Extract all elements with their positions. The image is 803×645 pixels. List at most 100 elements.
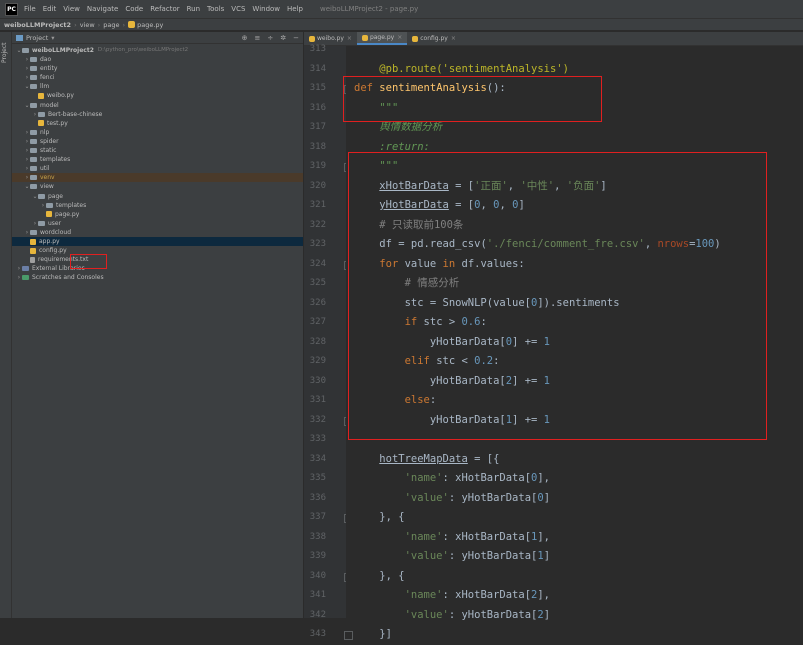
code-token: hotTreeMapData <box>379 452 468 465</box>
tree-item[interactable]: weibo.py <box>12 91 303 100</box>
breadcrumb-project[interactable]: weiboLLMProject2 <box>4 21 71 29</box>
code-token: , <box>499 199 513 211</box>
tree-item[interactable]: ⌄ llm <box>12 82 303 91</box>
menu-item[interactable]: Navigate <box>87 5 118 13</box>
tree-item[interactable]: › fenci <box>12 73 303 82</box>
tree-item-label: llm <box>40 83 50 91</box>
tree-item[interactable]: › wordcloud <box>12 228 303 237</box>
menu-item[interactable]: Window <box>252 5 280 13</box>
code-token: def <box>354 82 380 94</box>
code-line: 'value': yHotBarData[2] <box>354 606 550 626</box>
folder-icon <box>30 57 37 63</box>
code-token: for <box>379 257 405 270</box>
tree-item[interactable]: › Bert-base-chinese <box>12 110 303 119</box>
locate-icon[interactable]: ⊕ <box>242 34 248 42</box>
code-line: stc = SnowNLP(value[0]).sentiments <box>354 294 620 314</box>
editor-tab[interactable]: config.py × <box>407 32 461 45</box>
code-token: in <box>442 257 462 270</box>
tree-item[interactable]: › nlp <box>12 128 303 137</box>
close-icon[interactable]: × <box>397 34 402 41</box>
tree-item[interactable]: app.py <box>12 236 303 247</box>
code-editor[interactable]: @pb.route('sentimentAnalysis') def sentim… <box>346 46 803 640</box>
close-icon[interactable]: × <box>347 35 352 42</box>
python-file-icon <box>30 238 36 245</box>
code-line: # 情感分析 <box>354 274 460 294</box>
tree-item[interactable]: › static <box>12 146 303 155</box>
python-file-icon <box>30 247 36 254</box>
tree-item[interactable]: ⌄ page <box>12 192 303 201</box>
code-line: elif stc < 0.2: <box>354 352 500 372</box>
tree-item[interactable]: page.py <box>12 210 303 219</box>
tree-item[interactable]: ⌄ weiboLLMProject2 D:\python_pro\weiboLLMP… <box>12 46 303 55</box>
breadcrumb-file[interactable]: page.py <box>137 21 163 29</box>
python-file-icon <box>361 34 368 41</box>
menu-item[interactable]: View <box>63 5 80 13</box>
line-number: 316 <box>309 102 326 113</box>
close-icon[interactable]: × <box>451 35 456 42</box>
chevron-down-icon[interactable]: ▾ <box>51 34 54 42</box>
project-panel-header: Project ▾ ⊕ ≡ ÷ ✲ − <box>12 32 303 44</box>
tree-item[interactable]: requirements.txt <box>12 255 303 264</box>
tree-item[interactable]: › Scratches and Consoles <box>12 273 303 282</box>
tree-item[interactable]: test.py <box>12 119 303 128</box>
collapse-all-icon[interactable]: ÷ <box>267 34 273 42</box>
code-token: 1 <box>543 335 550 348</box>
gear-icon[interactable]: ✲ <box>280 34 286 42</box>
menu-item[interactable]: Help <box>287 5 303 13</box>
folder-icon <box>46 202 53 208</box>
code-token: 'value' <box>404 550 449 562</box>
tree-item[interactable]: › dao <box>12 55 303 64</box>
project-tool-tab[interactable]: Project <box>1 38 10 68</box>
code-token: 'name' <box>404 472 443 484</box>
code-token: :return: <box>379 140 430 153</box>
breadcrumb-page[interactable]: page <box>103 21 119 29</box>
expand-all-icon[interactable]: ≡ <box>255 34 261 42</box>
menu-item[interactable]: Edit <box>43 5 57 13</box>
hide-icon[interactable]: − <box>293 34 299 42</box>
code-token: }, { <box>379 569 405 582</box>
tree-item[interactable]: › venv <box>12 173 303 183</box>
python-file-icon <box>128 21 136 28</box>
project-panel-title[interactable]: Project <box>26 34 48 42</box>
tree-item[interactable]: › spider <box>12 137 303 146</box>
menu-item[interactable]: File <box>24 5 36 13</box>
tree-item[interactable]: config.py <box>12 246 303 255</box>
code-token: : yHotBarData[ <box>448 550 538 562</box>
menu-item[interactable]: Refactor <box>150 5 179 13</box>
line-number: 318 <box>309 141 326 152</box>
tree-item[interactable]: › External Libraries <box>12 264 303 273</box>
line-number: 334 <box>309 453 326 464</box>
code-token: df.values: <box>461 257 525 270</box>
code-token: if <box>404 316 424 328</box>
code-token: 'value' <box>404 491 449 504</box>
line-number: 331 <box>309 395 326 405</box>
line-number: 337 <box>309 512 326 522</box>
tree-item[interactable]: › entity <box>12 64 303 73</box>
menu-item[interactable]: Tools <box>207 5 224 13</box>
line-number: 319 <box>309 161 326 171</box>
breadcrumb-view[interactable]: view <box>80 21 95 29</box>
code-token: ] <box>600 179 607 192</box>
menu-item[interactable]: Code <box>125 5 143 13</box>
code-line: hotTreeMapData = [{ <box>354 450 499 470</box>
tree-item[interactable]: › user <box>12 219 303 228</box>
fold-marker-icon[interactable] <box>344 631 353 640</box>
tree-item[interactable]: › util <box>12 164 303 173</box>
folder-icon <box>30 138 37 144</box>
code-token: }] <box>379 628 392 640</box>
editor-tab[interactable]: page.py × <box>356 32 408 45</box>
line-number-gutter: 313 314 315 316 317 318 319 320 321 322 323 324 325 3… <box>304 44 353 640</box>
menu-item[interactable]: VCS <box>231 5 245 13</box>
folder-icon <box>38 193 45 199</box>
tree-item[interactable]: ⌄ view <box>12 182 303 191</box>
code-token: ] <box>518 199 525 211</box>
code-token: """ <box>379 101 399 114</box>
tree-item[interactable]: › templates <box>12 201 303 210</box>
menu-item[interactable]: Run <box>187 5 200 13</box>
tree-item[interactable]: ⌄ model <box>12 101 303 110</box>
tree-item[interactable]: › templates <box>12 155 303 164</box>
